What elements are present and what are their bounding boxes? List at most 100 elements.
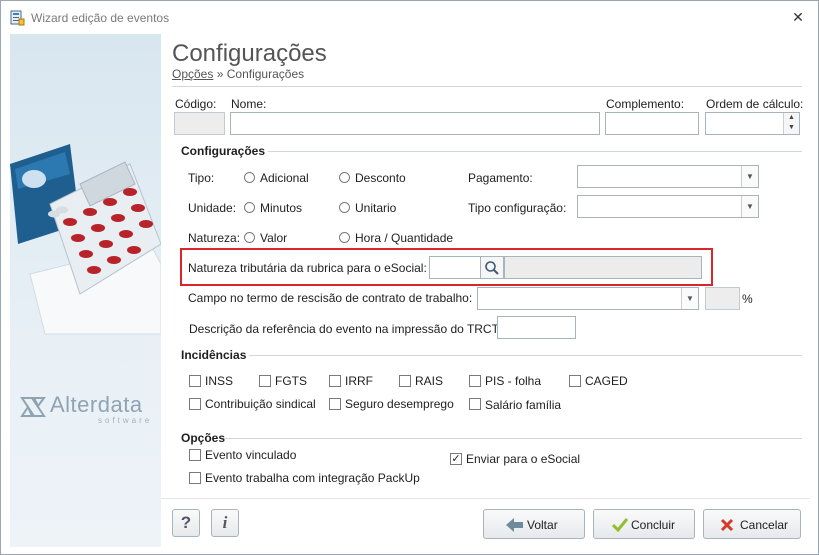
help-icon: ? <box>180 513 192 532</box>
footer-divider <box>161 498 810 499</box>
wizard-app-icon <box>10 10 25 26</box>
unidade-unitario-label: Unitario <box>355 201 397 215</box>
brand-name: Alterdata <box>50 392 143 417</box>
help-button[interactable]: ? <box>172 509 200 537</box>
complemento-label: Complemento: <box>606 97 685 111</box>
wizard-window: Wizard edição de eventos ✕ Alterdata sof… <box>0 0 819 555</box>
enviar-esocial-checkbox[interactable]: ✓ <box>450 453 462 465</box>
pis-folha-checkbox[interactable] <box>469 375 481 387</box>
pagamento-label: Pagamento: <box>468 171 533 185</box>
breadcrumb: Opções » Configurações <box>172 67 304 81</box>
close-icon[interactable]: ✕ <box>790 9 806 25</box>
nome-field[interactable] <box>230 112 600 135</box>
campo-rescisao-label: Campo no termo de rescisão de contrato d… <box>188 291 473 305</box>
header-divider <box>172 86 802 87</box>
inss-checkbox[interactable] <box>189 375 201 387</box>
voltar-label: Voltar <box>527 518 558 532</box>
page-title: Configurações <box>172 40 327 67</box>
percentual-field[interactable] <box>705 287 740 310</box>
pagamento-select[interactable]: ▼ <box>577 165 759 188</box>
fgts-label: FGTS <box>275 374 307 388</box>
natureza-label: Natureza: <box>188 231 241 245</box>
tipo-configuracao-label: Tipo configuração: <box>468 201 567 215</box>
voltar-button[interactable]: Voltar <box>483 509 585 539</box>
irrf-checkbox[interactable] <box>329 375 341 387</box>
opcoes-section-title: Opções <box>181 431 226 445</box>
opcoes-divider <box>224 438 802 439</box>
enviar-esocial-label: Enviar para o eSocial <box>466 452 581 466</box>
percent-sign: % <box>742 292 753 306</box>
nome-label: Nome: <box>231 97 267 111</box>
seguro-desemprego-label: Seguro desemprego <box>345 397 454 411</box>
descricao-trct-label: Descrição da referência do evento na imp… <box>189 322 501 336</box>
ordem-calculo-spinner[interactable]: ▲ ▼ <box>783 113 799 134</box>
configuracoes-section-title: Configurações <box>181 144 266 158</box>
pis-folha-label: PIS - folha <box>485 374 542 388</box>
evento-vinculado-checkbox[interactable] <box>189 449 201 461</box>
integracao-packup-checkbox[interactable] <box>189 472 201 484</box>
info-button[interactable]: i <box>211 509 239 537</box>
evento-vinculado-label: Evento vinculado <box>205 448 297 462</box>
tipo-adicional-radio[interactable] <box>244 172 255 183</box>
natureza-tributaria-label: Natureza tributária da rubrica para o eS… <box>188 261 427 275</box>
chevron-down-icon[interactable]: ▼ <box>741 196 758 217</box>
natureza-tributaria-code-field[interactable] <box>429 256 481 279</box>
alterdata-logo: Alterdata software <box>20 392 155 426</box>
unidade-minutos-label: Minutos <box>260 201 303 215</box>
cancelar-label: Cancelar <box>740 518 789 532</box>
search-icon <box>485 261 499 275</box>
natureza-valor-label: Valor <box>260 231 288 245</box>
codigo-label: Código: <box>175 97 217 111</box>
cancelar-button[interactable]: Cancelar <box>703 509 801 539</box>
checkmark-icon <box>612 518 628 532</box>
rais-checkbox[interactable] <box>399 375 411 387</box>
unidade-unitario-radio[interactable] <box>339 202 350 213</box>
unidade-minutos-radio[interactable] <box>244 202 255 213</box>
window-title: Wizard edição de eventos <box>31 11 170 25</box>
salario-familia-label: Salário família <box>485 398 562 412</box>
salario-familia-checkbox[interactable] <box>469 398 481 410</box>
natureza-hora-label: Hora / Quantidade <box>355 231 454 245</box>
info-icon: i <box>222 513 228 532</box>
caged-checkbox[interactable] <box>569 375 581 387</box>
contribuicao-sindical-label: Contribuição sindical <box>205 397 316 411</box>
seguro-desemprego-checkbox[interactable] <box>329 398 341 410</box>
complemento-field[interactable] <box>605 112 699 135</box>
campo-rescisao-select[interactable]: ▼ <box>477 287 699 310</box>
natureza-valor-radio[interactable] <box>244 232 255 243</box>
concluir-label: Concluir <box>631 518 676 532</box>
chevron-down-icon[interactable]: ▼ <box>741 166 758 187</box>
concluir-button[interactable]: Concluir <box>593 509 695 539</box>
natureza-hora-radio[interactable] <box>339 232 350 243</box>
tipo-desconto-label: Desconto <box>355 171 406 185</box>
integracao-packup-label: Evento trabalha com integração PackUp <box>205 471 420 485</box>
natureza-tributaria-description <box>504 256 702 279</box>
incidencias-section-title: Incidências <box>181 348 247 362</box>
tipo-configuracao-select[interactable]: ▼ <box>577 195 759 218</box>
contribuicao-sindical-checkbox[interactable] <box>189 398 201 410</box>
tipo-label: Tipo: <box>188 171 215 185</box>
inss-label: INSS <box>205 374 234 388</box>
ordem-calculo-label: Ordem de cálculo: <box>706 97 804 111</box>
natureza-tributaria-search-button[interactable] <box>480 256 504 279</box>
descricao-trct-field[interactable] <box>497 316 576 339</box>
fgts-checkbox[interactable] <box>259 375 271 387</box>
ordem-calculo-field[interactable]: ▲ ▼ <box>705 112 800 135</box>
irrf-label: IRRF <box>345 374 373 388</box>
wizard-sidebar: Alterdata software <box>10 34 161 547</box>
breadcrumb-current: Configurações <box>226 67 305 81</box>
tipo-desconto-radio[interactable] <box>339 172 350 183</box>
arrow-left-icon <box>506 518 523 532</box>
calculator-illustration-icon <box>10 144 161 335</box>
cancel-x-icon <box>720 518 734 532</box>
unidade-label: Unidade: <box>188 201 237 215</box>
chevron-down-icon[interactable]: ▼ <box>681 288 698 309</box>
brand-tagline: software <box>98 416 153 425</box>
codigo-field[interactable] <box>174 112 225 135</box>
alterdata-logo-icon <box>20 397 46 417</box>
incidencias-divider <box>249 355 802 356</box>
breadcrumb-link-opcoes[interactable]: Opções <box>172 67 213 81</box>
caged-label: CAGED <box>585 374 628 388</box>
title-bar: Wizard edição de eventos ✕ <box>1 1 818 33</box>
tipo-adicional-label: Adicional <box>260 171 309 185</box>
